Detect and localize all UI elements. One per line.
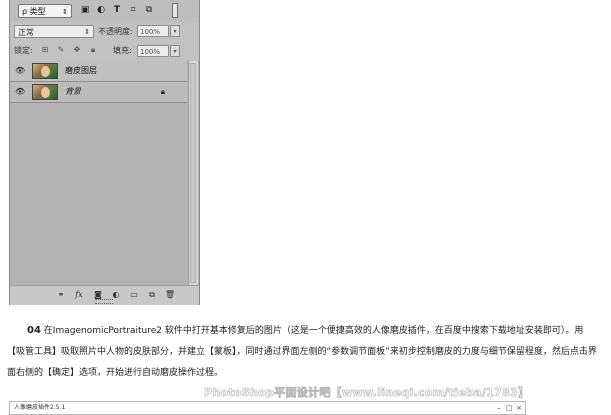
layer-row[interactable]: 👁︎ 磨皮图层 xyxy=(10,61,187,82)
minimize-icon[interactable]: – xyxy=(495,404,503,412)
fill-label: 填充: xyxy=(113,46,132,55)
fill-field[interactable]: 100% ▾ xyxy=(137,45,180,57)
layers-empty-area xyxy=(10,103,189,286)
image-filter-icon[interactable]: ▣ xyxy=(80,5,90,15)
search-icon: ρ xyxy=(22,7,28,16)
filter-kind-label: 类型 xyxy=(29,7,46,16)
layers-scrollbar[interactable] xyxy=(188,61,198,286)
link-layers-icon[interactable]: ⚭ xyxy=(56,290,66,300)
eye-icon[interactable]: 👁︎ xyxy=(15,88,25,96)
lock-all-icon[interactable]: 🔒︎ xyxy=(88,45,98,55)
filter-toggle-switch[interactable] xyxy=(172,3,178,18)
layers-panel: ρ 类型 ⇕ ▣ ◐ T ⌗ ⧉ 正常 ⇕ 不透明度: 100% ▾ 锁定: ⊞… xyxy=(9,0,200,305)
layer-filter-row: ρ 类型 ⇕ ▣ ◐ T ⌗ ⧉ xyxy=(10,0,199,23)
layer-thumbnail xyxy=(32,84,58,100)
lock-row: 锁定: ⊞ ✎ ✥ 🔒︎ 填充: 100% ▾ xyxy=(10,41,199,62)
filter-kind-select[interactable]: ρ 类型 ⇕ xyxy=(18,4,72,18)
blend-mode-select[interactable]: 正常 ⇕ xyxy=(14,25,94,38)
resize-grip[interactable] xyxy=(95,299,113,304)
adjustment-filter-icon[interactable]: ◐ xyxy=(96,5,106,15)
fx-icon[interactable]: fx xyxy=(74,290,84,300)
fill-value: 100% xyxy=(140,48,161,56)
opacity-label: 不透明度: xyxy=(98,27,133,36)
lock-transparency-icon[interactable]: ⊞ xyxy=(40,45,50,55)
new-layer-icon[interactable]: ⧉ xyxy=(147,290,157,300)
lock-icon: 🔒︎ xyxy=(160,87,165,96)
layer-thumbnail xyxy=(32,63,58,79)
lock-label: 锁定: xyxy=(14,46,33,55)
chevron-down-icon[interactable]: ▾ xyxy=(170,45,180,57)
lock-position-icon[interactable]: ✥ xyxy=(72,45,82,55)
lock-image-pixels-icon[interactable]: ✎ xyxy=(56,45,66,55)
instruction-paragraph: 04 在ImagenomicPortraiture2 软件中打开基本修复后的图片… xyxy=(7,320,597,384)
layer-row[interactable]: 👁︎ 背景 🔒︎ xyxy=(10,82,187,103)
maximize-icon[interactable]: □ xyxy=(505,404,513,412)
layer-name: 磨皮图层 xyxy=(65,66,97,75)
opacity-value: 100% xyxy=(140,28,161,36)
up-down-caret-icon: ⇕ xyxy=(84,28,90,36)
shape-filter-icon[interactable]: ⌗ xyxy=(128,5,138,15)
instruction-text: 在ImagenomicPortraiture2 软件中打开基本修复后的图片（这是… xyxy=(7,326,597,378)
blend-mode-value: 正常 xyxy=(18,28,34,37)
layer-name: 背景 xyxy=(65,87,81,96)
watermark: PhotoShop平面设计吧【www.lineqi.com/tieba/1783… xyxy=(204,386,530,400)
layers-bottom-bar: ⚭ fx ◙ ◐ ▭ ⧉ 🗑︎ xyxy=(10,285,199,305)
new-group-icon[interactable]: ▭ xyxy=(129,290,139,300)
window-title: 人像磨皮插件2.5.1 xyxy=(14,404,66,411)
chevron-down-icon[interactable]: ▾ xyxy=(170,25,180,37)
trash-icon[interactable]: 🗑︎ xyxy=(165,290,175,300)
eye-icon[interactable]: 👁︎ xyxy=(15,67,25,75)
type-filter-icon[interactable]: T xyxy=(112,5,122,15)
smart-object-filter-icon[interactable]: ⧉ xyxy=(144,5,154,15)
up-down-caret-icon: ⇕ xyxy=(62,8,68,16)
scroll-thumb[interactable] xyxy=(190,63,196,283)
close-icon[interactable]: × xyxy=(515,404,523,412)
opacity-field[interactable]: 100% ▾ xyxy=(137,25,180,37)
step-number: 04 xyxy=(27,325,41,336)
blend-row: 正常 ⇕ 不透明度: 100% ▾ xyxy=(10,22,199,42)
